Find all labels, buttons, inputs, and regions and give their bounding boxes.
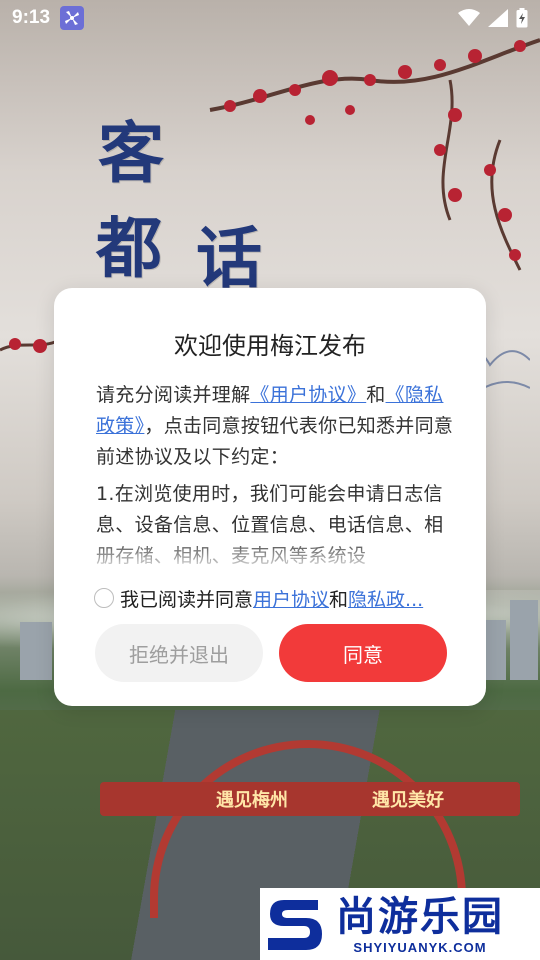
site-watermark: 尚游乐园 SHYIYUANYK.COM <box>260 888 540 960</box>
city-gate-banner <box>100 782 520 816</box>
watermark-s-logo-icon <box>268 900 322 950</box>
text-fade-overlay <box>96 538 456 578</box>
privacy-consent-dialog: 欢迎使用梅江发布 请充分阅读并理解《用户协议》和《隐私政策》，点击同意按钮代表你… <box>54 288 486 706</box>
intro-suffix: ，点击同意按钮代表你已知悉并同意前述协议及以下约定： <box>96 415 454 468</box>
intro-paragraph: 请充分阅读并理解《用户协议》和《隐私政策》，点击同意按钮代表你已知悉并同意前述协… <box>96 380 456 473</box>
intro-and: 和 <box>366 384 386 406</box>
watermark-en: SHYIYUANYK.COM <box>353 939 487 955</box>
signal-icon <box>488 9 508 27</box>
calligraphy-char-2: 都 <box>96 209 164 287</box>
calligraphy-char-3: 话 <box>196 219 264 297</box>
battery-icon <box>516 8 528 28</box>
consent-user-agreement-link[interactable]: 用户协议 <box>253 585 329 612</box>
consent-radio[interactable] <box>94 588 114 608</box>
dialog-title: 欢迎使用梅江发布 <box>174 332 366 360</box>
fan-app-icon <box>60 6 85 30</box>
gate-banner-right: 遇见美好 <box>372 790 444 811</box>
consent-and: 和 <box>329 588 349 611</box>
plum-blossom-left <box>0 338 60 353</box>
agree-button[interactable]: 同意 <box>279 624 447 682</box>
status-time: 9:13 <box>12 7 51 28</box>
consent-prefix: 我已阅读并同意 <box>120 588 254 611</box>
wifi-icon <box>458 9 480 26</box>
user-agreement-link[interactable]: 《用户协议》 <box>250 384 366 406</box>
status-bar: 9:13 <box>0 0 540 36</box>
reject-exit-button[interactable]: 拒绝并退出 <box>95 624 263 682</box>
intro-prefix: 请充分阅读并理解 <box>96 384 251 406</box>
consent-privacy-link[interactable]: 隐私政... <box>348 585 423 612</box>
calligraphy-char-1: 客 <box>98 114 166 192</box>
gate-banner-left: 遇见梅州 <box>216 790 288 811</box>
watermark-cn: 尚游乐园 <box>336 893 504 940</box>
consent-row: 我已阅读并同意 用户协议和隐私政... <box>94 584 464 612</box>
